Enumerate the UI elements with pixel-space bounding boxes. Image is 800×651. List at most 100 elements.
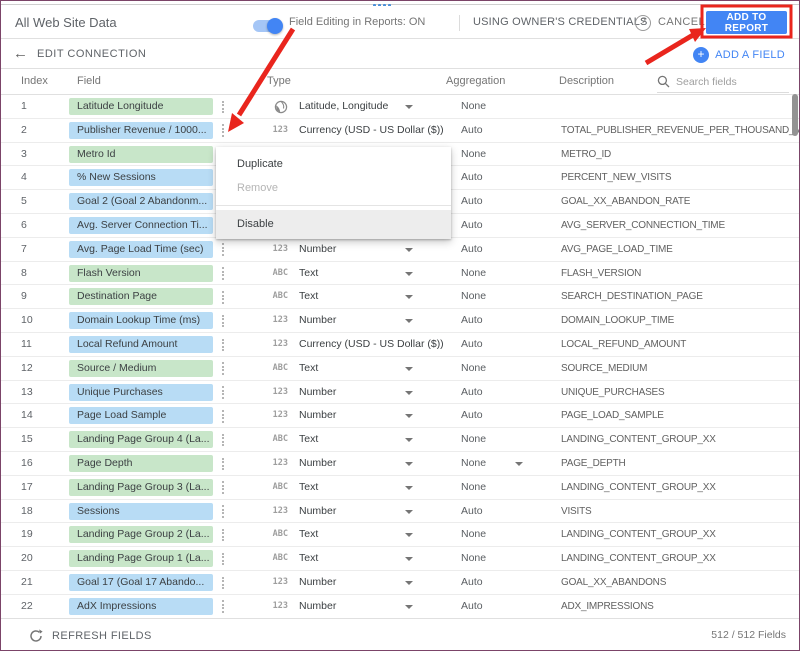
type-dropdown-arrow-icon[interactable] [405,486,413,490]
add-a-field-button[interactable]: + ADD A FIELD [693,40,785,69]
row-overflow-menu-icon[interactable] [218,452,228,476]
field-type-select[interactable]: Text [299,262,318,286]
field-editing-toggle[interactable] [253,20,281,32]
row-overflow-menu-icon[interactable] [218,404,228,428]
row-overflow-menu-icon[interactable] [218,595,228,619]
field-name-chip[interactable]: Metro Id [69,146,213,163]
type-dropdown-arrow-icon[interactable] [405,510,413,514]
field-name-chip[interactable]: Page Load Sample [69,407,213,424]
type-dropdown-arrow-icon[interactable] [405,581,413,585]
field-name-chip[interactable]: Landing Page Group 1 (La... [69,550,213,567]
field-type-select[interactable]: Currency (USD - US Dollar ($)) [299,333,444,357]
type-dropdown-arrow-icon[interactable] [405,248,413,252]
aggregation-dropdown-arrow-icon[interactable] [515,462,523,466]
table-row: 10Domain Lookup Time (ms)123NumberAutoDO… [1,309,799,333]
type-dropdown-arrow-icon[interactable] [405,272,413,276]
field-type-select[interactable]: Number [299,571,336,595]
field-name-chip[interactable]: Avg. Page Load Time (sec) [69,241,213,258]
row-overflow-menu-icon[interactable] [218,476,228,500]
row-index: 1 [21,95,27,119]
row-overflow-menu-icon[interactable] [218,119,228,143]
field-name-chip[interactable]: Landing Page Group 3 (La... [69,479,213,496]
field-name-chip[interactable]: AdX Impressions [69,598,213,615]
aggregation-value: None [461,143,486,167]
type-dropdown-arrow-icon[interactable] [405,605,413,609]
field-type-select[interactable]: Text [299,476,318,500]
field-name-chip[interactable]: Sessions [69,503,213,520]
row-overflow-menu-icon[interactable] [218,357,228,381]
field-type-select[interactable]: Text [299,428,318,452]
help-icon[interactable]: ? [635,15,651,31]
field-name-chip[interactable]: Publisher Revenue / 1000... [69,122,213,139]
field-type-select[interactable]: Number [299,452,336,476]
fields-count: 512 / 512 Fields [711,619,786,651]
type-dropdown-arrow-icon[interactable] [405,438,413,442]
row-overflow-menu-icon[interactable] [218,547,228,571]
type-dropdown-arrow-icon[interactable] [405,533,413,537]
field-name-chip[interactable]: Page Depth [69,455,213,472]
type-dropdown-arrow-icon[interactable] [405,462,413,466]
field-type-select[interactable]: Currency (USD - US Dollar ($)) [299,119,444,143]
row-overflow-menu-icon[interactable] [218,262,228,286]
field-name-chip[interactable]: Goal 17 (Goal 17 Abando... [69,574,213,591]
type-dropdown-arrow-icon[interactable] [405,295,413,299]
type-dropdown-arrow-icon[interactable] [405,367,413,371]
type-dropdown-arrow-icon[interactable] [405,414,413,418]
row-index: 14 [21,404,33,428]
vertical-scrollbar-thumb[interactable] [792,94,798,136]
menu-item-duplicate[interactable]: Duplicate [216,152,451,176]
refresh-fields-button[interactable]: REFRESH FIELDS [29,619,152,651]
row-overflow-menu-icon[interactable] [218,333,228,357]
field-name-chip[interactable]: Landing Page Group 4 (La... [69,431,213,448]
field-name-chip[interactable]: Local Refund Amount [69,336,213,353]
field-name-chip[interactable]: Goal 2 (Goal 2 Abandonm... [69,193,213,210]
field-type-select[interactable]: Number [299,381,336,405]
row-overflow-menu-icon[interactable] [218,381,228,405]
field-name-chip[interactable]: Destination Page [69,288,213,305]
aggregation-value[interactable]: None [461,452,486,476]
row-overflow-menu-icon[interactable] [218,309,228,333]
field-name-chip[interactable]: % New Sessions [69,169,213,186]
field-type-select[interactable]: Text [299,547,318,571]
row-overflow-menu-icon[interactable] [218,285,228,309]
row-overflow-menu-icon[interactable] [218,500,228,524]
field-type-select[interactable]: Number [299,500,336,524]
type-dropdown-arrow-icon[interactable] [405,391,413,395]
field-type-select[interactable]: Number [299,595,336,619]
field-name-chip[interactable]: Domain Lookup Time (ms) [69,312,213,329]
field-name-chip[interactable]: Latitude Longitude [69,98,213,115]
row-overflow-menu-icon[interactable] [218,523,228,547]
field-type-select[interactable]: Latitude, Longitude [299,95,388,119]
field-type-select[interactable]: Number [299,238,336,262]
back-arrow-icon[interactable]: ← [13,40,28,68]
row-overflow-menu-icon[interactable] [218,95,228,119]
menu-item-disable[interactable]: Disable [216,210,451,239]
field-name-chip[interactable]: Avg. Server Connection Ti... [69,217,213,234]
table-row: 8Flash VersionABCTextNoneFLASH_VERSION [1,262,799,286]
field-type-icon: 123 [253,595,288,619]
search-fields-box[interactable] [657,71,789,93]
type-dropdown-arrow-icon[interactable] [405,105,413,109]
row-overflow-menu-icon[interactable] [218,238,228,262]
search-input[interactable] [676,76,776,88]
field-description: ADX_IMPRESSIONS [561,595,654,619]
type-dropdown-arrow-icon[interactable] [405,319,413,323]
field-type-select[interactable]: Number [299,404,336,428]
field-type-select[interactable]: Text [299,285,318,309]
cancel-button[interactable]: CANCEL [658,6,705,39]
field-type-select[interactable]: Text [299,523,318,547]
row-overflow-menu-icon[interactable] [218,571,228,595]
row-overflow-menu-icon[interactable] [218,428,228,452]
field-name-chip[interactable]: Unique Purchases [69,384,213,401]
field-name-chip[interactable]: Flash Version [69,265,213,282]
field-description: GOAL_XX_ABANDONS [561,571,666,595]
field-description: PAGE_LOAD_SAMPLE [561,404,664,428]
field-name-chip[interactable]: Landing Page Group 2 (La... [69,526,213,543]
edit-connection-label[interactable]: EDIT CONNECTION [37,40,146,69]
field-type-select[interactable]: Text [299,357,318,381]
field-name-chip[interactable]: Source / Medium [69,360,213,377]
type-dropdown-arrow-icon[interactable] [405,557,413,561]
credentials-label: USING OWNER'S CREDENTIALS [473,6,648,39]
field-type-select[interactable]: Number [299,309,336,333]
add-to-report-button[interactable]: ADD TO REPORT [706,11,787,34]
